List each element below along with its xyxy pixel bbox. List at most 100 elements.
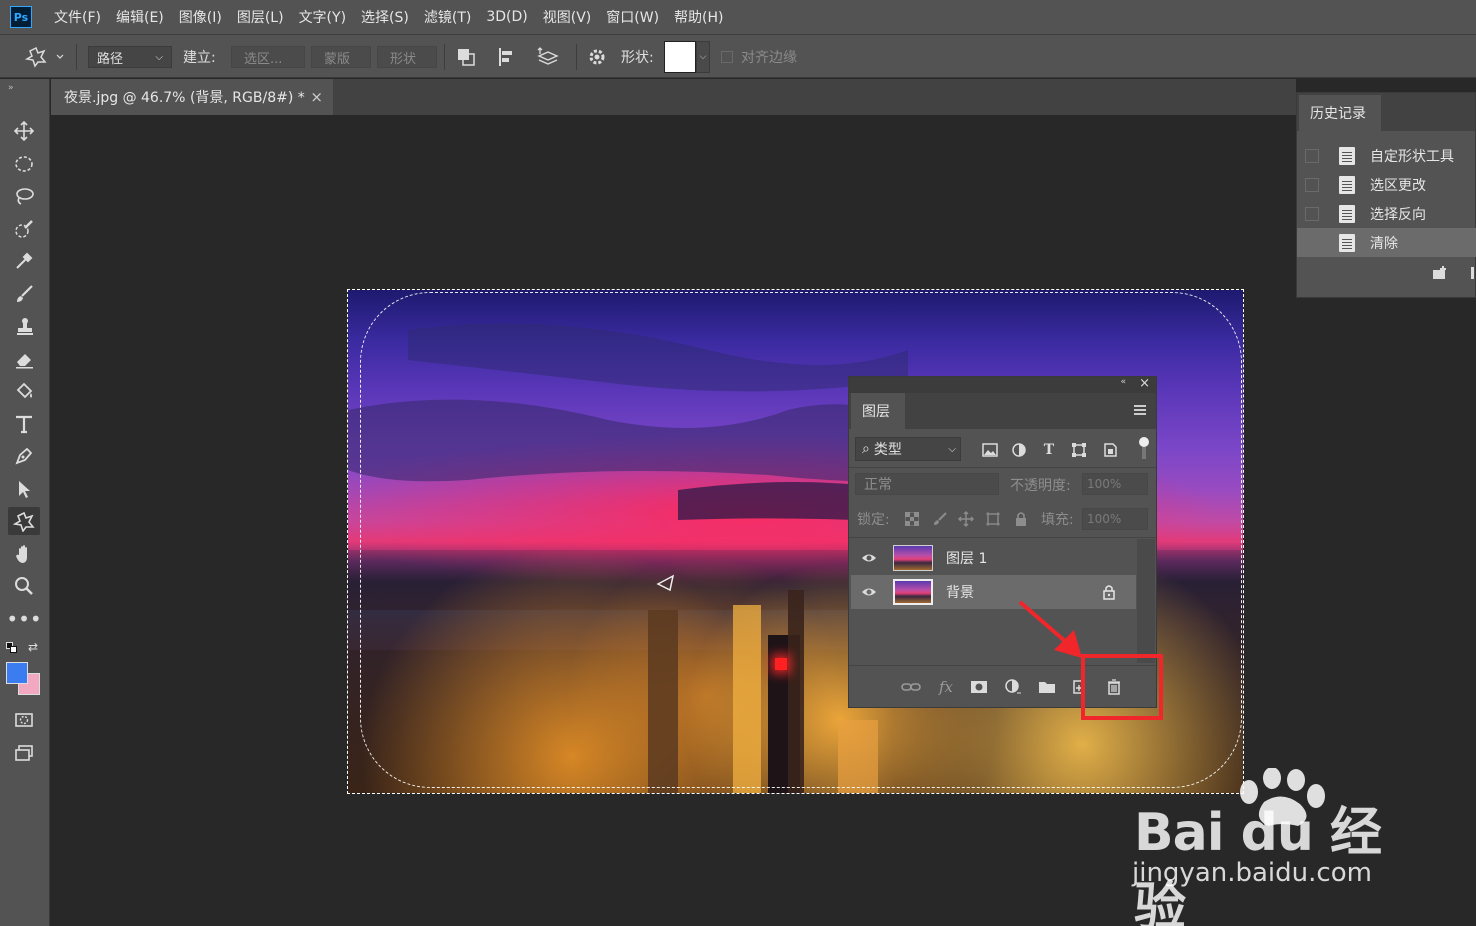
menu-image[interactable]: 图像(I) [179,7,222,27]
panel-menu-icon[interactable] [1134,405,1146,415]
filter-toggle[interactable] [1139,437,1149,461]
eye-icon[interactable] [861,584,877,600]
quick-mask-icon [15,713,33,727]
history-item[interactable]: 选区更改 [1297,170,1476,199]
quick-selection-tool[interactable] [8,215,40,243]
path-selection-tool[interactable] [8,475,40,503]
new-group-button[interactable] [1036,676,1058,698]
move-tool[interactable] [8,117,40,145]
menu-3d[interactable]: 3D(D) [486,9,527,25]
new-adjustment-layer-button[interactable] [1002,676,1024,698]
layer-row-selected[interactable]: 背景 [851,575,1136,609]
history-item-selected[interactable]: 清除 [1297,228,1476,257]
menu-layer[interactable]: 图层(L) [237,7,284,27]
mode-select[interactable]: 路径 ⌵ [88,46,172,68]
align-edges-checkbox[interactable]: 对齐边缘 [721,35,797,79]
lock-pixels-button[interactable] [931,510,949,528]
brush-tool[interactable] [8,280,40,308]
make-selection-button[interactable]: 选区... [231,46,305,68]
baidu-watermark: Bai du 经验 jingyan.baidu.com [1128,768,1408,926]
paint-bucket-tool[interactable] [8,377,40,405]
eye-icon[interactable] [861,550,877,566]
more-tools-button[interactable]: ••• [6,605,41,633]
panel-edge-icon [1471,267,1474,279]
menu-window[interactable]: 窗口(W) [606,7,659,27]
lock-position-button[interactable] [957,510,975,528]
path-alignment-button[interactable] [496,35,518,79]
layer-style-button[interactable]: fx [935,676,957,698]
history-checkbox[interactable] [1305,148,1319,163]
lasso-tool[interactable] [8,182,40,210]
add-mask-button[interactable] [968,676,990,698]
link-layers-button[interactable] [900,676,922,698]
shape-picker[interactable]: ⌵ [664,35,710,79]
pen-tool[interactable] [8,442,40,470]
filter-kind-select[interactable]: ⌕ 类型 ⌵ [855,437,961,461]
filter-shape-button[interactable] [1070,441,1088,459]
custom-shape-icon [13,511,35,532]
stamp-tool[interactable] [8,312,40,340]
custom-shape-tool[interactable] [8,507,40,535]
checkbox-icon [721,51,733,63]
menu-view[interactable]: 视图(V) [543,7,592,27]
fill-input[interactable]: 100% [1082,508,1148,530]
path-arrangement-button[interactable] [536,35,560,79]
history-tab[interactable]: 历史记录 [1299,95,1381,131]
layer-row[interactable]: 图层 1 [851,541,1136,575]
history-checkbox[interactable] [1305,206,1319,221]
menu-filter[interactable]: 滤镜(T) [424,7,471,27]
path-operations-button[interactable] [455,35,477,79]
menu-help[interactable]: 帮助(H) [674,7,723,27]
blend-mode-select[interactable]: 正常 [855,473,999,495]
lock-transparent-button[interactable] [903,510,921,528]
foreground-color-swatch[interactable] [6,662,28,684]
screen-mode-button[interactable] [8,739,40,767]
settings-button[interactable] [586,35,608,79]
document-tab[interactable]: 夜景.jpg @ 46.7% (背景, RGB/8#) * × [51,79,333,115]
layer-thumbnail [893,545,933,571]
mode-value: 路径 [97,51,124,67]
make-shape-button[interactable]: 形状 [377,46,437,68]
gear-icon [589,49,605,65]
history-item[interactable]: 选择反向 [1297,199,1476,228]
collapse-icon[interactable]: » [8,83,14,93]
marquee-tool[interactable] [8,150,40,178]
artboard-icon [986,512,1000,526]
menu-file[interactable]: 文件(F) [54,7,101,27]
zoom-tool[interactable] [8,572,40,600]
close-icon[interactable]: × [1139,376,1150,391]
layers-scrollbar[interactable] [1137,539,1155,663]
tool-preset-picker[interactable] [24,35,64,79]
history-checkbox[interactable] [1305,235,1319,250]
filter-smart-object-button[interactable] [1101,441,1119,459]
make-mask-button[interactable]: 蒙版 [311,46,371,68]
menu-select[interactable]: 选择(S) [361,7,409,27]
layer-thumbnail [893,579,933,605]
menu-edit[interactable]: 编辑(E) [116,7,164,27]
filter-adjustment-button[interactable] [1010,441,1028,459]
collapse-icon[interactable]: « [1120,377,1126,387]
swap-colors-icon[interactable]: ⇄ [28,640,38,654]
hand-tool[interactable] [8,540,40,568]
options-bar: 路径 ⌵ 建立: 选区... 蒙版 形状 形状: ⌵ 对齐边缘 [0,34,1476,78]
lock-artboard-button[interactable] [984,510,1002,528]
eyedropper-tool[interactable] [8,247,40,275]
layers-tab[interactable]: 图层 [851,393,905,429]
divider [849,537,1156,538]
filter-type-button[interactable]: T [1040,441,1058,459]
history-item-label: 选区更改 [1370,177,1426,194]
eraser-tool[interactable] [8,345,40,373]
clone-stamp-icon [17,318,33,335]
search-icon: ⌕ [862,441,870,457]
history-checkbox[interactable] [1305,177,1319,192]
history-item[interactable]: 自定形状工具 [1297,141,1476,170]
opacity-input[interactable]: 100% [1082,473,1148,495]
filter-pixel-button[interactable] [981,441,999,459]
menu-type[interactable]: 文字(Y) [299,7,346,27]
new-snapshot-button[interactable] [1431,265,1449,285]
type-tool[interactable] [8,410,40,438]
close-icon[interactable]: × [310,88,323,106]
lock-all-button[interactable] [1012,510,1030,528]
quick-mask-button[interactable] [8,706,40,734]
default-colors-icon[interactable] [6,642,18,654]
